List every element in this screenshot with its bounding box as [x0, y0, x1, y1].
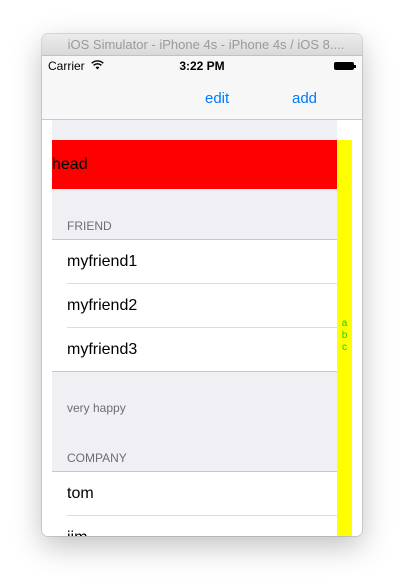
table-row[interactable]: myfriend3	[52, 328, 337, 372]
status-bar: Carrier 3:22 PM	[42, 56, 362, 76]
window-title: iOS Simulator - iPhone 4s - iPhone 4s / …	[67, 37, 345, 52]
row-label: myfriend3	[67, 341, 138, 358]
section-header-company: COMPANY	[67, 451, 127, 465]
table-header-view: head	[52, 140, 337, 189]
status-time: 3:22 PM	[179, 59, 225, 73]
index-letter[interactable]: b	[337, 330, 352, 342]
edit-button[interactable]: edit	[205, 90, 229, 107]
table-row[interactable]: myfriend1	[52, 240, 337, 284]
table-row[interactable]: jim	[52, 516, 337, 536]
section-separator	[52, 371, 337, 372]
simulator-window: iOS Simulator - iPhone 4s - iPhone 4s / …	[42, 34, 362, 536]
index-letter[interactable]: c	[337, 342, 352, 354]
section-index-bar[interactable]: a b c	[337, 140, 352, 536]
section-header-friend: FRIEND	[67, 219, 112, 233]
window-titlebar[interactable]: iOS Simulator - iPhone 4s - iPhone 4s / …	[42, 34, 362, 56]
table-view-container[interactable]: head FRIEND myfriend1 myfriend2 myfriend…	[42, 120, 362, 536]
grouped-table-view[interactable]: head FRIEND myfriend1 myfriend2 myfriend…	[52, 120, 337, 536]
navigation-bar: edit add	[42, 76, 362, 120]
add-button[interactable]: add	[292, 90, 317, 107]
row-label: jim	[67, 529, 87, 536]
row-label: tom	[67, 485, 94, 502]
index-letter[interactable]: a	[337, 318, 352, 330]
battery-icon	[334, 62, 356, 70]
row-label: myfriend2	[67, 297, 138, 314]
row-label: myfriend1	[67, 253, 138, 270]
table-row[interactable]: tom	[52, 472, 337, 516]
section-footer-friend: very happy	[67, 401, 126, 415]
table-row[interactable]: myfriend2	[52, 284, 337, 328]
